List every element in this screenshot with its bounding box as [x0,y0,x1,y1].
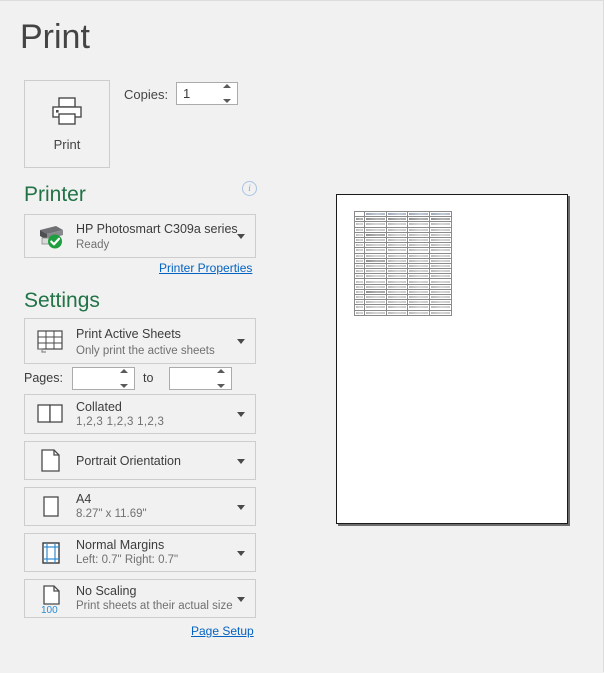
orientation-select[interactable]: Portrait Orientation [24,441,256,480]
print-range-select[interactable]: Print Active Sheets Only print the activ… [24,318,256,364]
printer-section-heading: Printer [24,183,86,206]
collate-pages-icon [31,396,71,432]
chevron-down-icon [237,458,245,464]
print-backstage-view: Print Print Copies: 1 Printer i HP Photo… [0,0,604,672]
pages-label: Pages: [24,371,63,385]
scaling-100-icon: 100 [31,581,71,617]
pages-from-spinner-arrows[interactable] [118,369,130,388]
copies-increment-icon[interactable] [223,84,231,88]
copies-label: Copies: [124,87,169,102]
chevron-down-icon [237,596,245,602]
print-settings-pane: Print Copies: 1 Printer i HP Photosmart … [0,1,290,673]
scaling-select[interactable]: 100 No Scaling Print sheets at their act… [24,579,256,618]
printer-status: Ready [76,239,110,251]
pages-to-increment-icon[interactable] [217,369,225,373]
collation-select[interactable]: Collated 1,2,3 1,2,3 1,2,3 [24,394,256,434]
copies-value: 1 [183,86,191,101]
page-setup-link[interactable]: Page Setup [191,624,254,638]
pages-to-label: to [143,371,154,385]
svg-text:100: 100 [41,605,58,614]
chevron-down-icon [237,412,245,417]
printer-icon [50,96,84,129]
paper-size-icon [31,489,71,525]
settings-section-heading: Settings [24,289,100,312]
pages-to-input[interactable] [169,367,232,390]
print-range-subtitle: Only print the active sheets [76,345,215,357]
collation-title: Collated [76,400,122,414]
pages-to-decrement-icon[interactable] [217,384,225,388]
paper-size-subtitle: 8.27" x 11.69" [76,508,147,520]
scaling-subtitle: Print sheets at their actual size [76,600,233,612]
printer-device-icon [31,218,71,254]
paper-size-select[interactable]: A4 8.27" x 11.69" [24,487,256,526]
chevron-down-icon [237,234,245,239]
margins-select[interactable]: Normal Margins Left: 0.7" Right: 0.7" [24,533,256,572]
pages-to-spinner-arrows[interactable] [215,369,227,388]
copies-spinner-arrows[interactable] [221,84,233,103]
info-icon[interactable]: i [242,181,257,196]
margins-subtitle: Left: 0.7" Right: 0.7" [76,554,179,566]
preview-page [336,194,568,524]
printer-name: HP Photosmart C309a series [76,222,238,236]
print-button[interactable]: Print [24,80,110,168]
margins-title: Normal Margins [76,538,165,552]
margins-icon [31,535,71,571]
copies-stepper[interactable]: 1 [176,82,238,105]
chevron-down-icon [237,550,245,556]
print-button-label: Print [53,137,81,152]
chevron-down-icon [237,339,245,344]
scaling-title: No Scaling [76,584,137,598]
chevron-down-icon [237,504,245,510]
pages-from-increment-icon[interactable] [120,369,128,373]
copies-decrement-icon[interactable] [223,99,231,103]
pages-from-input[interactable] [72,367,135,390]
worksheet-grid-icon [31,323,71,359]
orientation-title: Portrait Orientation [76,454,181,468]
preview-toolbar: 1 of 1 [582,633,604,673]
paper-size-title: A4 [76,492,92,506]
collation-subtitle: 1,2,3 1,2,3 1,2,3 [76,416,165,428]
preview-worksheet-thumbnail [354,210,452,316]
pages-from-decrement-icon[interactable] [120,384,128,388]
portrait-page-icon [31,443,71,479]
printer-select[interactable]: HP Photosmart C309a series Ready [24,214,256,258]
printer-properties-link[interactable]: Printer Properties [159,261,252,275]
print-preview-pane: 1 of 1 [291,1,604,673]
print-range-title: Print Active Sheets [76,327,181,341]
